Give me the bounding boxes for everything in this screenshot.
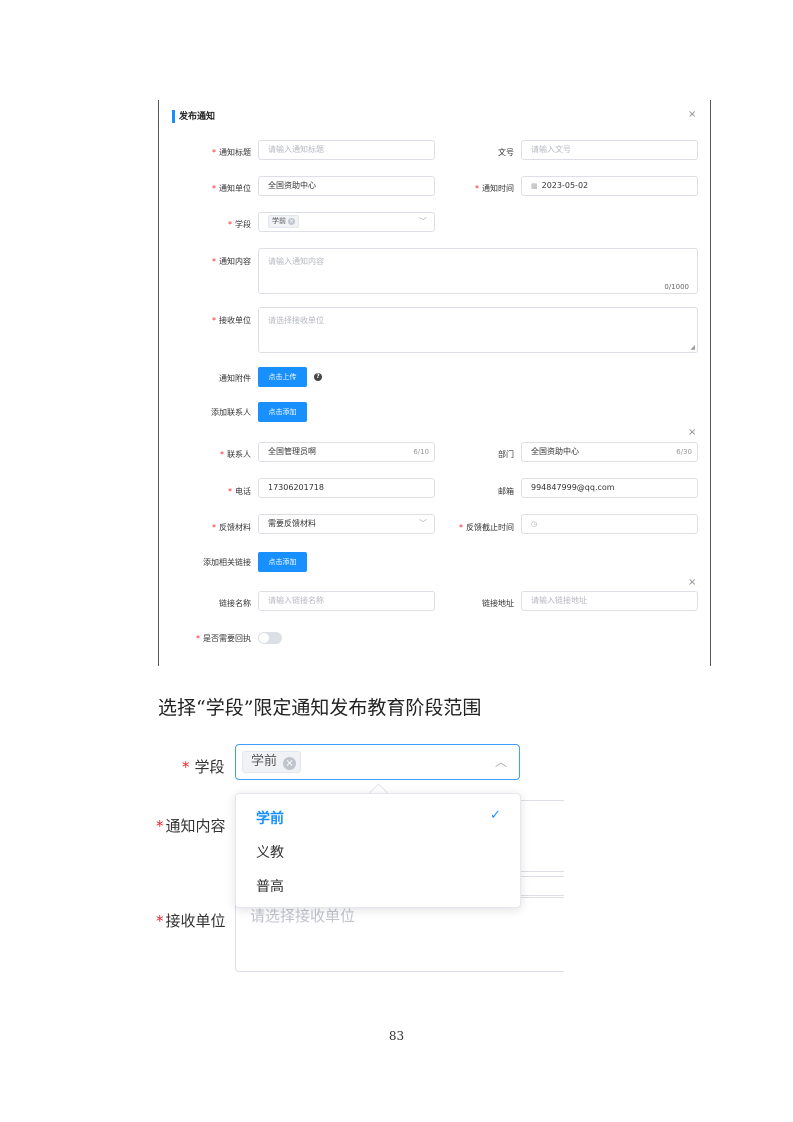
option-compulsory[interactable]: 义教 (256, 842, 284, 862)
docno-input[interactable]: 请输入文号 (521, 140, 698, 160)
remove-link-icon[interactable]: × (688, 578, 696, 588)
add-contact-label: 添加联系人 (211, 408, 251, 417)
zoom-stage-label: * 学段 (182, 758, 225, 776)
zoom-content-label: * 通知内容 (156, 817, 226, 835)
stage-select[interactable]: 学前 × ﹀ (258, 212, 435, 232)
receipt-toggle[interactable] (258, 632, 282, 644)
link-url-label: 链接地址 (482, 599, 514, 608)
unit-input[interactable]: 全国资助中心 (258, 176, 435, 196)
dept-input[interactable]: 全国资助中心 6/30 (521, 442, 698, 462)
title-accent-bar (172, 110, 175, 123)
zoom-receiver-label: * 接收单位 (156, 912, 226, 930)
content-textarea[interactable]: 请输入通知内容 0/1000 (258, 248, 698, 294)
docno-label: 文号 (498, 148, 514, 157)
dept-label: 部门 (498, 450, 514, 459)
contact-input[interactable]: 全国管理员啊 6/10 (258, 442, 435, 462)
time-label: * 通知时间 (475, 184, 514, 193)
help-icon[interactable]: ? (314, 373, 322, 381)
title-field-label: * 通知标题 (212, 148, 251, 157)
dialog-left-border (158, 100, 159, 666)
calendar-icon: ▦ (531, 182, 538, 190)
check-icon: ✓ (490, 808, 501, 823)
clock-icon: ◷ (531, 520, 538, 528)
content-counter: 0/1000 (664, 283, 689, 291)
contact-counter: 6/10 (413, 448, 429, 456)
chevron-down-icon: ﹀ (419, 519, 427, 528)
crop-edge-mask (564, 795, 594, 985)
stage-tag: 学前 × (268, 215, 299, 228)
dialog-right-border (710, 100, 711, 666)
unit-label: * 通知单位 (212, 184, 251, 193)
page-number: 83 (388, 1029, 405, 1043)
email-label: 邮箱 (498, 487, 514, 496)
add-link-button[interactable]: 点击添加 (258, 552, 307, 572)
publish-notice-dialog: 发布通知 × * 通知标题 请输入通知标题 文号 请输入文号 * 通知单位 全国资助… (158, 100, 711, 666)
phone-label: * 电话 (228, 487, 251, 496)
title-input[interactable]: 请输入通知标题 (258, 140, 435, 160)
deadline-input[interactable]: ◷ (521, 514, 698, 534)
link-name-label: 链接名称 (219, 599, 251, 608)
resize-handle-icon[interactable]: ◢ (690, 344, 695, 351)
add-contact-button[interactable]: 点击添加 (258, 402, 307, 422)
stage-dropdown-menu: 学前 ✓ 义教 普高 (235, 793, 521, 908)
deadline-label: * 反馈截止时间 (459, 523, 514, 532)
receiver-label: * 接收单位 (212, 316, 251, 325)
zoom-stage-select[interactable]: 学前 × ︿ (235, 744, 520, 780)
stage-label: * 学段 (228, 220, 251, 229)
close-icon[interactable]: × (688, 110, 696, 120)
upload-button[interactable]: 点击上传 (258, 367, 307, 387)
remove-contact-icon[interactable]: × (688, 428, 696, 438)
add-link-label: 添加相关链接 (203, 558, 251, 567)
receiver-textarea[interactable]: 请选择接收单位 ◢ (258, 307, 698, 353)
zoom-receiver-textarea[interactable]: 请选择接收单位 (235, 897, 575, 972)
link-name-input[interactable]: 请输入链接名称 (258, 591, 435, 611)
tag-close-icon[interactable]: × (288, 218, 295, 225)
chevron-up-icon: ︿ (494, 755, 507, 769)
content-label: * 通知内容 (212, 257, 251, 266)
chevron-down-icon: ﹀ (419, 217, 427, 226)
zoom-stage-tag: 学前 × (242, 751, 302, 773)
option-preschool[interactable]: 学前 (256, 808, 284, 828)
option-highschool[interactable]: 普高 (256, 876, 284, 896)
link-url-input[interactable]: 请输入链接地址 (521, 591, 698, 611)
dept-counter: 6/30 (676, 448, 692, 456)
contact-label: * 联系人 (220, 450, 251, 459)
dialog-title: 发布通知 (179, 112, 216, 122)
time-input[interactable]: ▦ 2023-05-02 (521, 176, 698, 196)
email-input[interactable]: 994847999@qq.com (521, 478, 698, 498)
feedback-label: * 反馈材料 (212, 523, 251, 532)
attach-label: 通知附件 (219, 374, 251, 383)
tag-close-icon[interactable]: × (283, 757, 297, 770)
receipt-label: * 是否需要回执 (196, 634, 251, 643)
feedback-select[interactable]: 需要反馈材料 ﹀ (258, 514, 435, 534)
figure-caption: 选择“学段”限定通知发布教育阶段范围 (158, 697, 482, 719)
phone-input[interactable]: 17306201718 (258, 478, 435, 498)
